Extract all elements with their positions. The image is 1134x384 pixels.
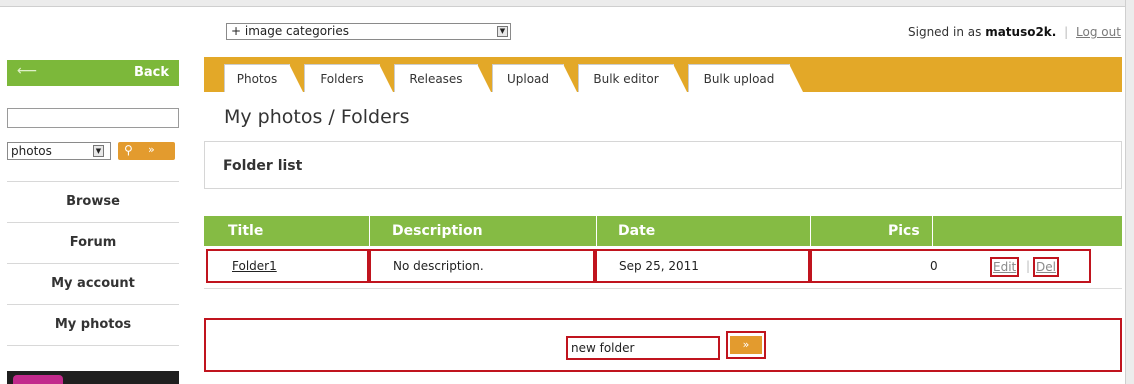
panel-title: Folder list xyxy=(223,158,303,174)
column-header-description: Description xyxy=(392,223,483,239)
sidebar-nav: Browse Forum My account My photos xyxy=(7,181,179,346)
folder-pic-count: 0 xyxy=(930,259,938,273)
logout-link[interactable]: Log out xyxy=(1076,25,1121,39)
new-folder-form: new folder » xyxy=(204,318,1122,372)
search-icon: ⚲ xyxy=(124,143,133,157)
tab-folders[interactable]: Folders xyxy=(304,64,393,92)
sidebar-item-my-photos[interactable]: My photos xyxy=(7,305,179,346)
back-label: Back xyxy=(133,65,169,80)
tab-bar: Photos Folders Releases Upload Bulk edit… xyxy=(204,57,1122,92)
sidebar: ⟵ Back photos ▼ ⚲ » Browse Forum My acco… xyxy=(0,56,190,384)
tab-releases[interactable]: Releases xyxy=(394,64,491,92)
folder-link[interactable]: Folder1 xyxy=(232,259,277,273)
page-title: My photos / Folders xyxy=(224,106,410,128)
folder-description: No description. xyxy=(393,259,484,273)
sidebar-promo-banner[interactable] xyxy=(7,371,179,384)
sidebar-search-input[interactable] xyxy=(7,108,179,128)
action-separator: | xyxy=(1026,259,1031,273)
create-folder-button[interactable]: » xyxy=(726,331,766,359)
signed-in-label: Signed in as xyxy=(908,25,982,39)
column-divider xyxy=(810,216,811,246)
column-divider xyxy=(596,216,597,246)
search-type-value: photos xyxy=(11,144,52,158)
chevron-right-icon: » xyxy=(148,143,155,156)
sidebar-item-my-account[interactable]: My account xyxy=(7,264,179,305)
column-header-title: Title xyxy=(228,223,264,239)
signed-in-status: Signed in as matuso2k. | Log out xyxy=(908,25,1121,39)
sidebar-item-forum[interactable]: Forum xyxy=(7,223,179,264)
folder-table: Title Description Date Pics Folder1 No d… xyxy=(204,216,1122,289)
column-header-pics: Pics xyxy=(888,223,920,239)
delete-link[interactable]: Del xyxy=(1033,257,1059,277)
search-button[interactable]: ⚲ » xyxy=(118,142,175,160)
promo-badge xyxy=(13,375,63,384)
tab-photos[interactable]: Photos xyxy=(224,64,303,92)
separator: | xyxy=(1064,25,1069,39)
column-header-date: Date xyxy=(618,223,656,239)
image-categories-select[interactable]: + image categories ▼ xyxy=(226,23,511,40)
search-type-select[interactable]: photos ▼ xyxy=(7,142,111,160)
cell-title: Folder1 xyxy=(206,249,369,283)
table-row: Folder1 No description. Sep 25, 2011 0 E… xyxy=(204,246,1122,289)
window-frame-top xyxy=(0,0,1134,7)
back-arrow-icon: ⟵ xyxy=(17,63,38,79)
dropdown-arrow-icon[interactable]: ▼ xyxy=(497,26,508,37)
cell-description: No description. xyxy=(369,249,595,283)
tab-bulk-editor[interactable]: Bulk editor xyxy=(578,64,687,92)
edit-link[interactable]: Edit xyxy=(990,257,1020,277)
sidebar-item-browse[interactable]: Browse xyxy=(7,181,179,223)
back-button[interactable]: ⟵ Back xyxy=(7,60,179,86)
image-categories-value: + image categories xyxy=(231,24,349,38)
column-divider xyxy=(932,216,933,246)
tab-bulk-upload[interactable]: Bulk upload xyxy=(688,64,803,92)
username: matuso2k. xyxy=(985,25,1057,39)
window-frame-right xyxy=(1125,0,1134,384)
tab-upload[interactable]: Upload xyxy=(492,64,577,92)
column-divider xyxy=(369,216,370,246)
dropdown-arrow-icon[interactable]: ▼ xyxy=(93,145,104,157)
new-folder-input[interactable]: new folder xyxy=(566,336,720,360)
folder-date: Sep 25, 2011 xyxy=(619,259,699,273)
chevron-right-icon: » xyxy=(730,336,762,354)
folder-list-panel: Folder list xyxy=(204,141,1122,189)
table-header: Title Description Date Pics xyxy=(204,216,1122,246)
cell-date: Sep 25, 2011 xyxy=(595,249,810,283)
